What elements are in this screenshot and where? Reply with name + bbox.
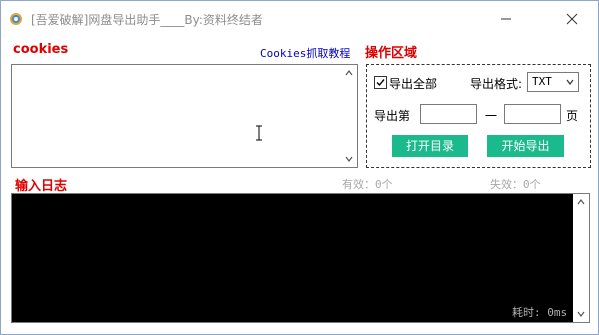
export-all-checkbox[interactable]: [374, 76, 387, 89]
app-gear-icon: [9, 12, 23, 26]
format-select[interactable]: TXT: [527, 72, 579, 92]
valid-count: 有效：0个: [342, 178, 393, 191]
minimize-icon: [501, 18, 511, 20]
cookies-heading: cookies: [13, 42, 69, 57]
cookies-scrollbar[interactable]: [341, 65, 357, 167]
text-cursor-icon: [256, 125, 262, 141]
log-heading: 输入日志: [15, 179, 68, 194]
scroll-up-icon[interactable]: [576, 197, 586, 207]
scroll-down-icon[interactable]: [344, 154, 354, 164]
range-to-input[interactable]: [504, 104, 561, 124]
chevron-down-icon: [566, 79, 574, 85]
ops-panel: 导出全部 导出格式: TXT 导出第 一 页 打开目录 开始导出: [366, 64, 591, 168]
range-dash: 一: [485, 109, 498, 123]
range-from-input[interactable]: [420, 104, 477, 124]
scroll-down-icon[interactable]: [576, 309, 586, 319]
minimize-button[interactable]: [486, 7, 526, 31]
start-export-button[interactable]: 开始导出: [487, 135, 564, 157]
format-label: 导出格式:: [470, 77, 523, 91]
elapsed-time: 耗时: 0ms: [512, 306, 568, 319]
log-scrollbar[interactable]: [573, 194, 589, 322]
cookies-tutorial-link[interactable]: Cookies抓取教程: [260, 45, 350, 61]
close-icon: [566, 13, 578, 25]
log-output[interactable]: 耗时: 0ms: [11, 193, 590, 323]
invalid-count: 失效：0个: [490, 178, 541, 191]
close-button[interactable]: [552, 7, 592, 31]
checkmark-icon: [376, 79, 385, 87]
range-label: 导出第: [374, 109, 411, 123]
export-all-label[interactable]: 导出全部: [389, 75, 437, 92]
ops-heading: 操作区域: [365, 46, 418, 61]
window-title: [吾爱破解]网盘导出助手____By:资料终结者: [31, 13, 263, 27]
app-window: [吾爱破解]网盘导出助手____By:资料终结者 cookies Cookies…: [0, 0, 599, 335]
format-value: TXT: [532, 75, 552, 88]
scroll-up-icon[interactable]: [344, 68, 354, 78]
cookies-textarea[interactable]: [11, 64, 358, 168]
page-suffix: 页: [566, 109, 579, 123]
title-bar[interactable]: [吾爱破解]网盘导出助手____By:资料终结者: [1, 1, 598, 37]
open-dir-button[interactable]: 打开目录: [392, 135, 468, 157]
